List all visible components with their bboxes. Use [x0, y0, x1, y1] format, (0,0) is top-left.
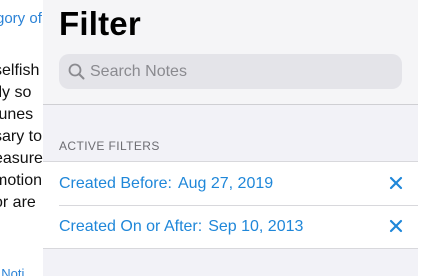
background-note-line: tly so	[0, 84, 32, 101]
background-note-line: sary to	[0, 128, 43, 145]
background-note-line: easure	[0, 150, 43, 167]
popover-title: Filter	[59, 5, 141, 42]
filter-value: Aug 27, 2019	[177, 174, 274, 192]
background-note-line: or are	[0, 194, 36, 211]
app-screen: gory of selfish tly so tunes sary to eas…	[0, 0, 437, 276]
close-icon	[389, 219, 403, 233]
filter-value: Sep 10, 2013	[208, 217, 304, 235]
background-note-link[interactable]: gory of	[0, 10, 42, 27]
remove-filter-button[interactable]	[388, 175, 404, 191]
background-note-line: selfish	[0, 62, 40, 79]
search-icon	[67, 63, 85, 81]
background-right-strip	[418, 0, 437, 276]
filter-popover: Filter ACTIVE FILTERS Created Before: Au…	[43, 0, 418, 276]
search-field[interactable]	[59, 54, 402, 89]
popover-header: Filter	[43, 0, 418, 105]
filter-row-created-on-or-after[interactable]: Created On or After: Sep 10, 2013	[43, 205, 418, 248]
active-filters-header: ACTIVE FILTERS	[59, 139, 160, 153]
active-filters-list: Created Before: Aug 27, 2019 Created On …	[43, 161, 418, 249]
background-note-footer-link[interactable]: f Noti	[0, 266, 24, 276]
remove-filter-button[interactable]	[388, 218, 404, 234]
background-note-line: motion	[0, 172, 43, 189]
background-note-line: tunes	[0, 106, 34, 123]
search-input[interactable]	[90, 62, 390, 81]
filter-label: Created Before:	[59, 174, 172, 192]
background-note-body: selfish tly so tunes sary to easure moti…	[0, 60, 43, 214]
filter-label: Created On or After:	[59, 217, 203, 235]
filter-row-created-before[interactable]: Created Before: Aug 27, 2019	[43, 162, 418, 205]
close-icon	[389, 176, 403, 190]
